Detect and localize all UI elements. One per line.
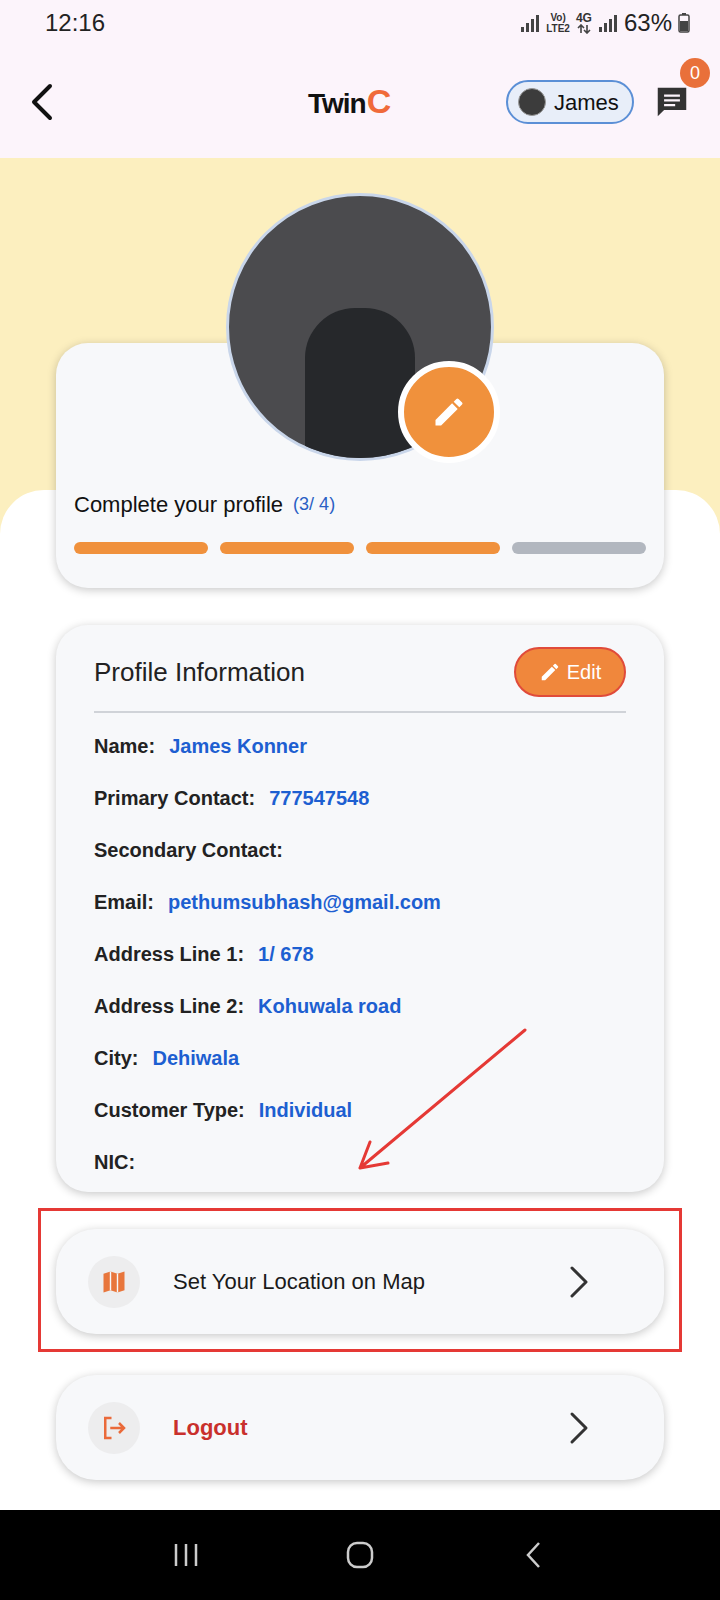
edit-photo-button[interactable] (398, 361, 500, 463)
volte-bottom: LTE2 (546, 23, 570, 34)
logo-mark: C (367, 76, 392, 127)
field-label: City: (94, 1043, 138, 1073)
signal-icon (520, 13, 540, 33)
info-row: Address Line 2: Kohuwala road (94, 980, 626, 1032)
field-label: Primary Contact: (94, 783, 255, 813)
messages-button[interactable]: 0 (650, 80, 694, 124)
signal-icon (598, 13, 618, 33)
field-label: Name: (94, 731, 155, 761)
progress-step (74, 542, 208, 554)
field-label: Secondary Contact: (94, 835, 283, 865)
battery-level: 63% (624, 5, 672, 41)
profile-photo (226, 193, 494, 461)
progress-step (366, 542, 500, 554)
app-screen: 12:16 Vo) LTE2 4G 63% Twin C James (0, 0, 720, 1600)
field-label: NIC: (94, 1147, 135, 1177)
user-name: James (554, 86, 619, 119)
messages-badge: 0 (680, 58, 710, 88)
field-value: 1/ 678 (258, 939, 314, 969)
logo-text: Twin (308, 83, 366, 125)
network-type: 4G (576, 13, 592, 24)
map-icon (100, 1268, 128, 1296)
field-value: 777547548 (269, 783, 369, 813)
completion-count: (3/ 4) (293, 491, 335, 518)
completion-label: Complete your profile (74, 488, 283, 521)
home-icon[interactable] (344, 1539, 376, 1571)
action-highlight: Set Your Location on Map (38, 1208, 682, 1352)
field-label: Address Line 1: (94, 939, 244, 969)
info-header: Profile Information Edit (94, 647, 626, 697)
battery-icon (678, 13, 690, 33)
edit-button[interactable]: Edit (514, 647, 626, 697)
info-row: Primary Contact: 777547548 (94, 772, 626, 824)
back-icon[interactable] (519, 1540, 549, 1570)
user-avatar (518, 88, 546, 116)
chevron-right-icon (564, 1264, 592, 1300)
clock: 12:16 (45, 5, 105, 41)
user-pill[interactable]: James (506, 80, 634, 124)
action-label: Set Your Location on Map (173, 1265, 425, 1298)
completion-progress (74, 542, 646, 554)
info-row: Customer Type: Individual (94, 1084, 626, 1136)
info-row: City: Dehiwala (94, 1032, 626, 1084)
network-indicator: 4G (576, 13, 592, 34)
field-label: Address Line 2: (94, 991, 244, 1021)
info-row: Name: James Konner (94, 720, 626, 772)
photo-figure (305, 308, 415, 458)
field-label: Email: (94, 887, 154, 917)
data-arrows-icon (577, 24, 591, 34)
progress-step (512, 542, 646, 554)
info-row: Email: pethumsubhash@gmail.com (94, 876, 626, 928)
info-divider (94, 711, 626, 713)
pencil-icon (431, 394, 467, 430)
info-row: NIC: (94, 1136, 626, 1188)
status-bar: 12:16 Vo) LTE2 4G 63% (0, 0, 720, 46)
completion-header: Complete your profile (3/ 4) (74, 488, 646, 521)
logout-icon-badge (88, 1402, 140, 1454)
action-label: Logout (173, 1411, 248, 1444)
info-title: Profile Information (94, 653, 305, 692)
field-value: Individual (259, 1095, 352, 1125)
pencil-icon (539, 661, 561, 683)
back-arrow-icon[interactable] (26, 82, 60, 122)
field-value: Kohuwala road (258, 991, 401, 1021)
info-row: Secondary Contact: (94, 824, 626, 876)
chat-icon (653, 83, 691, 121)
profile-content: Complete your profile (3/ 4) Profile Inf… (0, 158, 720, 1498)
field-value: Dehiwala (152, 1043, 239, 1073)
action-highlight: Logout (38, 1354, 682, 1498)
logout-row[interactable]: Logout (56, 1375, 664, 1480)
field-label: Customer Type: (94, 1095, 245, 1125)
recent-apps-icon[interactable] (171, 1540, 201, 1570)
status-icons: Vo) LTE2 4G 63% (520, 5, 690, 41)
info-fields: Name: James Konner Primary Contact: 7775475… (94, 720, 626, 1188)
profile-page: Complete your profile (3/ 4) Profile Inf… (0, 158, 720, 1510)
twinc-logo: Twin C (308, 76, 391, 127)
chevron-right-icon (564, 1410, 592, 1446)
field-value: pethumsubhash@gmail.com (168, 887, 441, 917)
navigation-bar (0, 1510, 720, 1600)
info-row: Address Line 1: 1/ 678 (94, 928, 626, 980)
logout-icon (99, 1413, 129, 1443)
edit-label: Edit (567, 657, 601, 687)
profile-info-card: Profile Information Edit Name: James Konn… (56, 625, 664, 1192)
volte-indicator: Vo) LTE2 (546, 12, 570, 34)
location-icon-badge (88, 1256, 140, 1308)
app-header: Twin C James 0 (0, 46, 720, 158)
profile-actions: Set Your Location on Map Logout (56, 1192, 664, 1498)
volte-top: Vo) (550, 12, 565, 23)
location-row[interactable]: Set Your Location on Map (56, 1229, 664, 1334)
header-actions: James 0 (506, 80, 694, 124)
field-value: James Konner (169, 731, 307, 761)
progress-step (220, 542, 354, 554)
